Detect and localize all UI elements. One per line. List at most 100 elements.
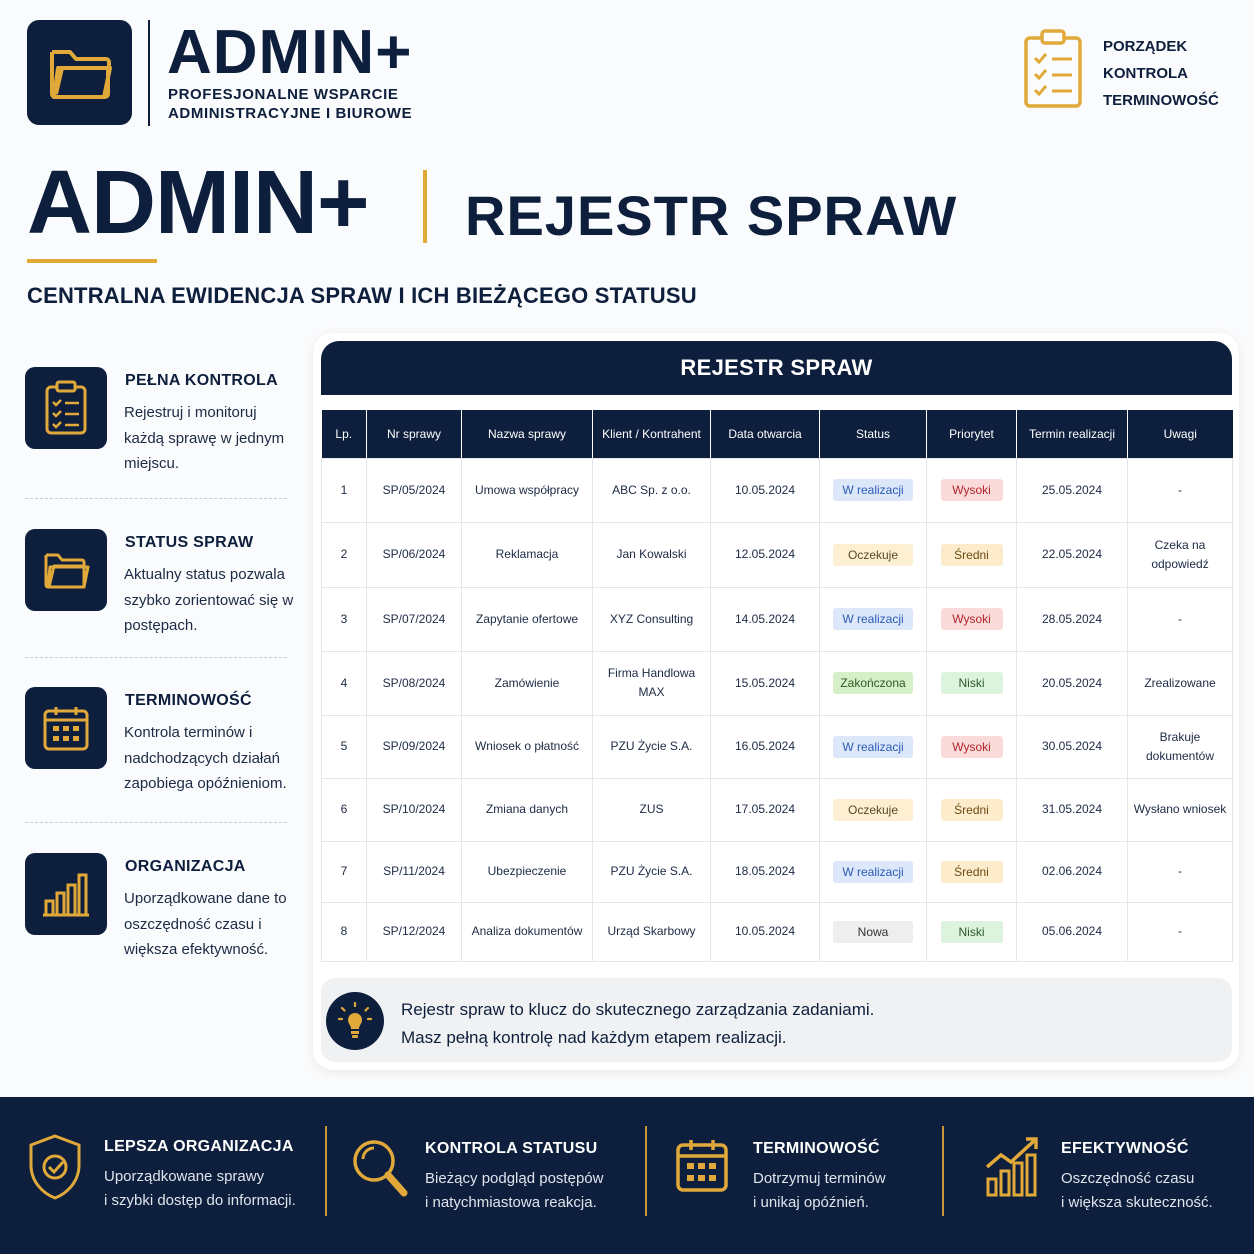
cell-open-date: 10.05.2024	[710, 901, 820, 962]
growth-chart-icon	[984, 1135, 1044, 1204]
hero-underline	[27, 259, 157, 263]
cell-deadline: 20.05.2024	[1016, 650, 1128, 716]
cell-lp: 3	[321, 586, 367, 652]
cell-open-date: 14.05.2024	[710, 586, 820, 652]
priority-badge: Średni	[940, 543, 1003, 566]
folder-icon	[49, 49, 112, 99]
cell-lp: 7	[321, 840, 367, 903]
bar-chart-icon	[25, 853, 107, 935]
tagline: CENTRALNA EWIDENCJA SPRAW I ICH BIEŻĄCEG…	[27, 283, 697, 308]
clipboard-icon	[25, 367, 107, 449]
cell-case-number: SP/05/2024	[366, 457, 462, 523]
status-badge: Nowa	[833, 920, 913, 943]
column-header[interactable]: Klient / Kontrahent	[592, 410, 711, 458]
priority-badge: Wysoki	[940, 608, 1003, 630]
table-row[interactable]: 6 SP/10/2024 Zmiana danych ZUS 17.05.2024 Ocz…	[321, 777, 1233, 842]
column-header[interactable]: Priorytet	[926, 410, 1017, 458]
lightbulb-icon	[326, 992, 384, 1050]
cell-notes: Czeka na odpowiedź	[1127, 521, 1233, 588]
column-header[interactable]: Nr sprawy	[366, 410, 462, 458]
footer-text-line: i większa skuteczność.	[1061, 1194, 1213, 1211]
cell-case-name: Zmiana danych	[461, 777, 593, 842]
cell-notes: -	[1127, 586, 1233, 652]
brand-title: ADMIN+	[167, 18, 413, 87]
cell-case-number: SP/12/2024	[366, 901, 462, 962]
footer-title: KONTROLA STATUSU	[425, 1140, 598, 1157]
cell-deadline: 05.06.2024	[1016, 901, 1128, 962]
table-row[interactable]: 3 SP/07/2024 Zapytanie ofertowe XYZ Consult…	[321, 586, 1233, 652]
header-value-item: KONTROLA	[1103, 65, 1188, 82]
feature-text: Aktualny status pozwala szybko zorientow…	[124, 566, 294, 634]
cell-case-name: Reklamacja	[461, 521, 593, 588]
footer-text-line: Bieżący podgląd postępów	[425, 1170, 604, 1187]
column-header[interactable]: Data otwarcia	[710, 410, 820, 458]
cell-open-date: 10.05.2024	[710, 457, 820, 523]
cell-client: XYZ Consulting	[592, 586, 711, 652]
header-values-list: PORZĄDEK KONTROLA TERMINOWOŚĆ	[1103, 33, 1219, 114]
table-row[interactable]: 4 SP/08/2024 Zamówienie Firma Handlowa MAX 1…	[321, 650, 1233, 716]
cell-lp: 6	[321, 777, 367, 842]
footer-title: EFEKTYWNOŚĆ	[1061, 1140, 1189, 1157]
column-header[interactable]: Termin realizacji	[1016, 410, 1128, 458]
cell-case-number: SP/07/2024	[366, 586, 462, 652]
column-header[interactable]: Status	[819, 410, 927, 458]
register-title: REJESTR SPRAW	[321, 341, 1232, 395]
cell-priority: Niski	[926, 650, 1017, 716]
cell-case-name: Ubezpieczenie	[461, 840, 593, 903]
footer-text-line: i szybki dostęp do informacji.	[104, 1192, 296, 1209]
footer-title: LEPSZA ORGANIZACJA	[104, 1138, 294, 1155]
priority-badge: Niski	[940, 672, 1003, 694]
cell-notes: -	[1127, 457, 1233, 523]
cell-lp: 5	[321, 714, 367, 779]
feature-title: ORGANIZACJA	[125, 858, 246, 875]
cell-case-name: Wniosek o płatność	[461, 714, 593, 779]
brand-subtitle: PROFESJONALNE WSPARCIE ADMINISTRACYJNE I…	[168, 85, 412, 123]
table-row[interactable]: 7 SP/11/2024 Ubezpieczenie PZU Życie S.A. 18…	[321, 840, 1233, 903]
footer-text-line: Dotrzymuj terminów	[753, 1170, 886, 1187]
footer-text-line: i natychmiastowa reakcja.	[425, 1194, 597, 1211]
priority-badge: Niski	[940, 920, 1003, 943]
column-header[interactable]: Lp.	[321, 410, 367, 458]
footer-text-line: Oszczędność czasu	[1061, 1170, 1195, 1187]
cell-deadline: 25.05.2024	[1016, 457, 1128, 523]
cell-status: Oczekuje	[819, 777, 927, 842]
cell-client: Urząd Skarbowy	[592, 901, 711, 962]
status-badge: W realizacji	[833, 479, 913, 501]
footer-item-timeliness: TERMINOWOŚĆ Dotrzymuj terminów i unikaj …	[647, 1097, 943, 1254]
feature-divider	[25, 498, 287, 499]
feature-title: TERMINOWOŚĆ	[125, 692, 252, 709]
cell-status: Oczekuje	[819, 521, 927, 588]
cell-case-number: SP/11/2024	[366, 840, 462, 903]
footer-text: Dotrzymuj terminów i unikaj opóźnień.	[753, 1167, 886, 1215]
cell-client: Jan Kowalski	[592, 521, 711, 588]
cell-status: Zakończona	[819, 650, 927, 716]
table-row[interactable]: 5 SP/09/2024 Wniosek o płatność PZU Życie S…	[321, 714, 1233, 779]
info-line: Rejestr spraw to klucz do skutecznego za…	[401, 1000, 875, 1019]
cell-status: Nowa	[819, 901, 927, 962]
footer-text-line: i unikaj opóźnień.	[753, 1194, 869, 1211]
brand-subtitle-line2: ADMINISTRACYJNE I BIUROWE	[168, 105, 413, 122]
table-row[interactable]: 8 SP/12/2024 Analiza dokumentów Urząd Skarb…	[321, 901, 1233, 962]
table-row[interactable]: 2 SP/06/2024 Reklamacja Jan Kowalski 12.05.2…	[321, 521, 1233, 588]
feature-divider	[25, 657, 287, 658]
cell-notes: -	[1127, 901, 1233, 962]
cell-open-date: 17.05.2024	[710, 777, 820, 842]
table-row[interactable]: 1 SP/05/2024 Umowa współpracy ABC Sp. z o.o…	[321, 457, 1233, 523]
cell-case-name: Analiza dokumentów	[461, 901, 593, 962]
feature-text: Rejestruj i monitoruj każdą sprawę w jed…	[124, 404, 285, 472]
cell-notes: Wysłano wniosek	[1127, 777, 1233, 842]
footer-title: TERMINOWOŚĆ	[753, 1140, 880, 1157]
footer-text: Oszczędność czasu i większa skuteczność.	[1061, 1167, 1213, 1215]
cell-priority: Wysoki	[926, 714, 1017, 779]
column-header[interactable]: Nazwa sprawy	[461, 410, 593, 458]
checklist-clipboard-icon	[1022, 28, 1084, 115]
cell-open-date: 15.05.2024	[710, 650, 820, 716]
shield-check-icon	[27, 1133, 83, 1206]
brand-subtitle-line1: PROFESJONALNE WSPARCIE	[168, 86, 399, 103]
cell-case-number: SP/08/2024	[366, 650, 462, 716]
cell-notes: Brakuje dokumentów	[1127, 714, 1233, 779]
cell-open-date: 16.05.2024	[710, 714, 820, 779]
cell-priority: Średni	[926, 521, 1017, 588]
feature-text: Uporządkowane dane to oszczędność czasu …	[124, 890, 287, 958]
column-header[interactable]: Uwagi	[1127, 410, 1233, 458]
